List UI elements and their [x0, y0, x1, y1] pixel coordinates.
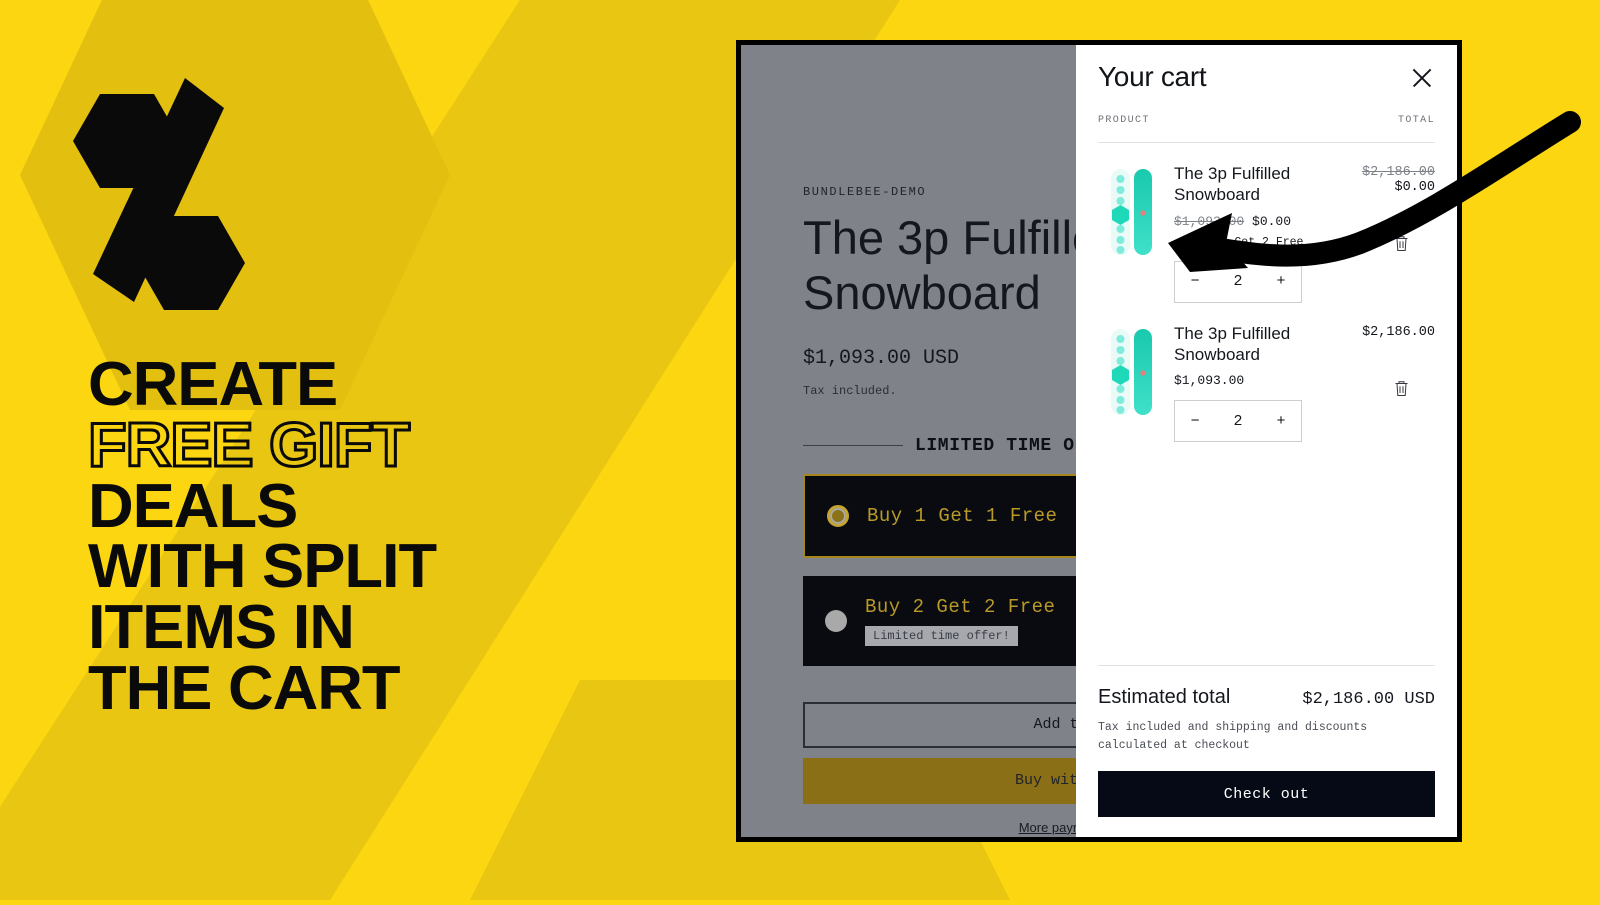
- quantity-stepper[interactable]: − 2 +: [1174, 260, 1302, 303]
- cart-footer: Estimated total $2,186.00 USD Tax includ…: [1098, 665, 1435, 837]
- cart-title: Your cart: [1098, 61, 1207, 92]
- headline-line-3: DEALS: [88, 471, 298, 541]
- line-total-current: $2,186.00: [1362, 324, 1435, 340]
- cart-item-unit-price: $1,093.00 $0.00: [1174, 214, 1317, 229]
- browser-window: BUNDLEBEE-DEMO The 3p Fulfilled Snowboar…: [736, 40, 1462, 842]
- heading-rule: [803, 445, 903, 447]
- line-total-original: $2,186.00: [1362, 165, 1435, 180]
- cart-item-details: The 3p Fulfilled Snowboard $1,093.00 $0.…: [1174, 163, 1317, 303]
- cart-item-name[interactable]: The 3p Fulfilled Snowboard: [1174, 163, 1304, 206]
- column-header-product: PRODUCT: [1098, 115, 1150, 126]
- headline-line-4: WITH SPLIT: [88, 532, 437, 602]
- headline-line-2: FREE GIFT: [86, 410, 411, 480]
- checkout-button[interactable]: Check out: [1098, 771, 1435, 817]
- unit-price-original: $1,093.00: [1174, 213, 1245, 229]
- cart-item-unit-price: $1,093.00: [1174, 373, 1317, 388]
- cart-item-list: The 3p Fulfilled Snowboard $1,093.00 $0.…: [1098, 143, 1435, 665]
- price-tag-icon: [1174, 236, 1187, 249]
- radio-unselected-icon[interactable]: [825, 609, 847, 632]
- quantity-decrement-button[interactable]: −: [1188, 413, 1202, 430]
- offer-badge: Limited time offer!: [865, 625, 1018, 646]
- promo-panel: CREATE FREE GIFT DEALS WITH SPLIT ITEMS …: [0, 0, 720, 900]
- column-header-total: TOTAL: [1397, 115, 1435, 126]
- trash-icon[interactable]: [1394, 235, 1409, 252]
- unit-price-current: $1,093.00: [1174, 373, 1245, 388]
- cart-item: The 3p Fulfilled Snowboard $1,093.00 − 2…: [1098, 303, 1435, 443]
- percent-hexagon-icon: [62, 66, 330, 334]
- cart-item-name[interactable]: The 3p Fulfilled Snowboard: [1174, 323, 1304, 366]
- cart-item-totals: $2,186.00: [1331, 323, 1435, 443]
- close-icon[interactable]: [1409, 65, 1435, 91]
- offer-label: Buy 2 Get 2 Free: [865, 595, 1056, 618]
- cart-item-discount: Buy 2 Get 2 Free: [1174, 236, 1317, 249]
- cart-footer-note: Tax included and shipping and discounts …: [1098, 721, 1368, 753]
- unit-price-current: $0.00: [1252, 213, 1292, 229]
- discount-label: Buy 2 Get 2 Free: [1193, 235, 1304, 249]
- estimated-total-value: $2,186.00 USD: [1302, 690, 1435, 710]
- snowboard-thumbnail[interactable]: [1098, 323, 1160, 419]
- headline-line-1: CREATE: [88, 350, 338, 419]
- quantity-increment-button[interactable]: +: [1274, 273, 1288, 290]
- trash-icon[interactable]: [1394, 380, 1409, 397]
- estimated-total-row: Estimated total $2,186.00 USD: [1098, 686, 1435, 709]
- quantity-decrement-button[interactable]: −: [1188, 273, 1202, 290]
- cart-item-details: The 3p Fulfilled Snowboard $1,093.00 − 2…: [1174, 323, 1317, 442]
- quantity-value[interactable]: 2: [1233, 273, 1242, 290]
- line-total-current: $0.00: [1394, 180, 1435, 195]
- headline-line-6: THE CART: [88, 653, 401, 723]
- snowboard-thumbnail[interactable]: [1098, 163, 1160, 259]
- cart-drawer: Your cart PRODUCT TOTAL The 3p Fulfilled…: [1076, 45, 1457, 837]
- offer-label: Buy 1 Get 1 Free: [867, 504, 1058, 527]
- cart-item-totals: $2,186.00 $0.00: [1331, 163, 1435, 303]
- headline-line-5: ITEMS IN: [88, 593, 355, 662]
- headline: CREATE FREE GIFT DEALS WITH SPLIT ITEMS …: [86, 354, 688, 720]
- quantity-value[interactable]: 2: [1233, 413, 1242, 430]
- checkout-label: Check out: [1223, 785, 1310, 803]
- radio-selected-icon[interactable]: [827, 504, 849, 527]
- quantity-increment-button[interactable]: +: [1274, 413, 1288, 430]
- estimated-total-label: Estimated total: [1098, 686, 1231, 709]
- cart-column-headers: PRODUCT TOTAL: [1098, 115, 1435, 142]
- cart-footer-divider: [1098, 665, 1435, 667]
- cart-header: Your cart: [1098, 45, 1435, 93]
- quantity-stepper[interactable]: − 2 +: [1174, 400, 1302, 442]
- cart-item: The 3p Fulfilled Snowboard $1,093.00 $0.…: [1098, 143, 1435, 303]
